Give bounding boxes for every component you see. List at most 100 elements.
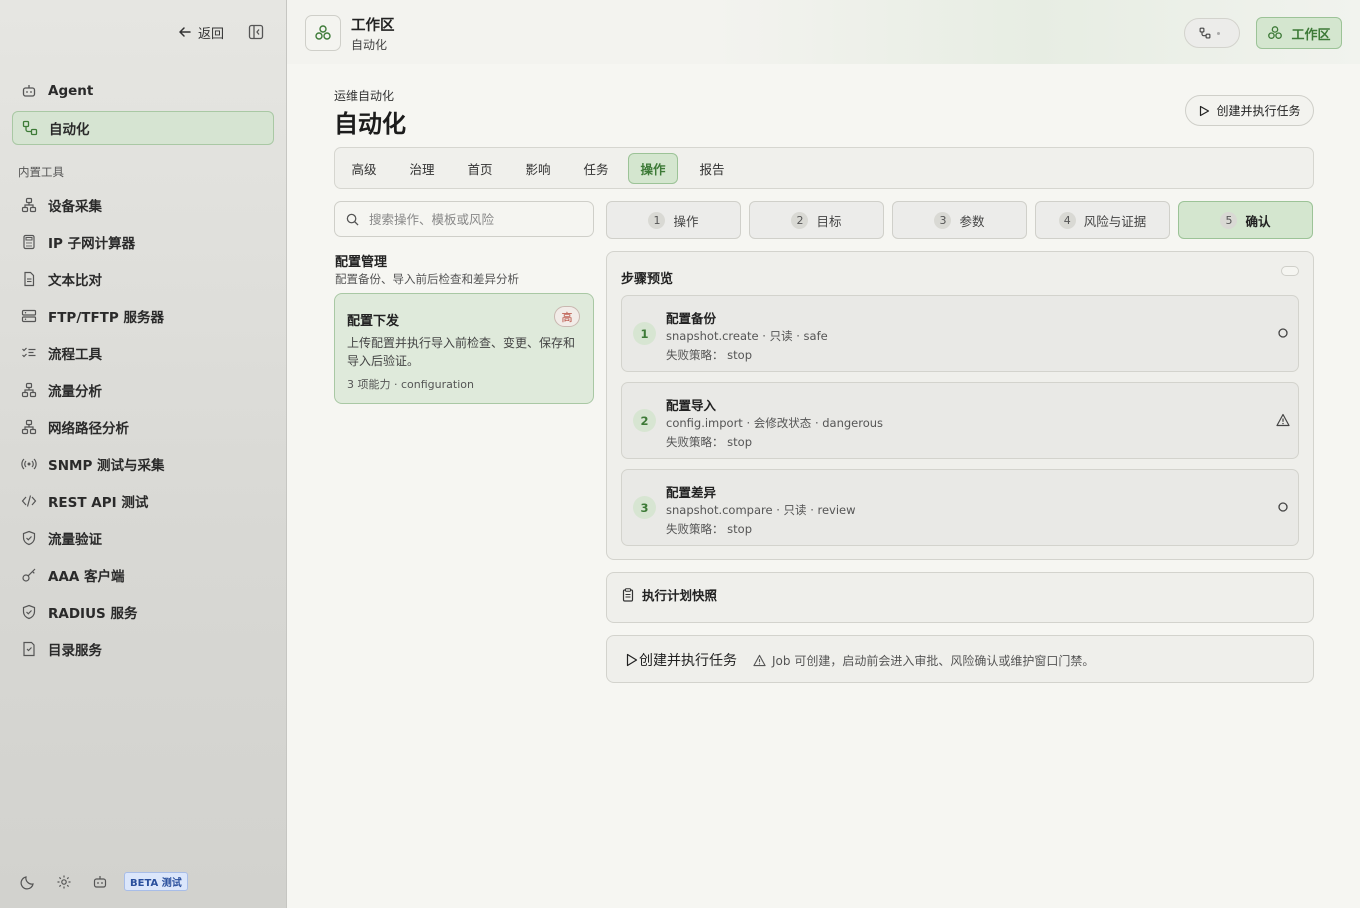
server-icon	[21, 309, 37, 323]
arrow-left-icon	[179, 27, 191, 37]
cluster-icon	[315, 25, 331, 40]
step-row[interactable]: 1 配置备份 snapshot.create · 只读 · safe 失败策略：…	[621, 295, 1299, 372]
shield-check-icon	[22, 604, 36, 620]
sidebar-item-label: 文本比对	[48, 273, 102, 289]
topology-icon	[21, 419, 37, 435]
workflow-icon	[22, 120, 38, 136]
sidebar-item-radius[interactable]: RADIUS 服务	[12, 595, 274, 629]
workspace-button[interactable]: 工作区	[1256, 17, 1342, 49]
sidebar-collapse-icon[interactable]	[248, 24, 264, 40]
sidebar-item-rest-api[interactable]: REST API 测试	[12, 484, 274, 518]
search-input[interactable]	[369, 211, 589, 227]
risk-badge: 高	[554, 306, 580, 327]
sidebar-item-ip-calculator[interactable]: IP 子网计算器	[12, 225, 274, 259]
connection-status[interactable]	[1184, 18, 1240, 48]
plan-snapshot-header: 执行计划快照	[621, 585, 717, 604]
beta-badge: BETA 测试	[124, 872, 188, 891]
sidebar-item-label: AAA 客户端	[48, 569, 125, 585]
sidebar-item-automation[interactable]: 自动化	[12, 111, 274, 145]
action-bar: 创建并执行任务 Job 可创建，启动前会进入审批、风险确认或维护窗口门禁。	[606, 635, 1314, 683]
operation-card-meta: 3 项能力 · configuration	[347, 378, 474, 391]
sidebar-section-label: 内置工具	[18, 165, 64, 179]
sidebar-top: 返回	[0, 22, 287, 42]
sidebar-footer: BETA 测试	[20, 872, 188, 891]
sidebar-item-label: FTP/TFTP 服务器	[48, 310, 164, 326]
directory-icon	[23, 641, 35, 657]
preview-toggle[interactable]	[1281, 266, 1299, 276]
plan-snapshot[interactable]: 执行计划快照	[606, 572, 1314, 623]
create-task-button[interactable]: 创建并执行任务	[1185, 95, 1314, 126]
key-icon	[22, 568, 36, 582]
create-and-run-button[interactable]: 创建并执行任务	[626, 650, 737, 670]
sidebar-item-aaa-client[interactable]: AAA 客户端	[12, 558, 274, 592]
page-overline: 运维自动化	[334, 89, 395, 103]
step-row-title: 配置导入	[666, 398, 717, 413]
wizard-step-confirm[interactable]: 5 确认	[1178, 201, 1313, 239]
step-row-number: 3	[633, 496, 656, 519]
search-box	[334, 201, 594, 237]
operation-card-description: 上传配置并执行导入前检查、变更、保存和导入后验证。	[347, 336, 576, 368]
tab-advanced[interactable]: 高级	[340, 153, 388, 184]
workspace-button-label: 工作区	[1291, 27, 1331, 43]
wizard-step-risk[interactable]: 4 风险与证据	[1035, 201, 1170, 239]
steps-preview: 步骤预览 1 配置备份 snapshot.create · 只读 · safe …	[606, 251, 1314, 560]
sidebar-item-traffic-analysis[interactable]: 流量分析	[12, 373, 274, 407]
sidebar-item-traffic-verify[interactable]: 流量验证	[12, 521, 274, 555]
step-row-meta: config.import · 会修改状态 · dangerous	[666, 416, 884, 430]
plan-snapshot-title: 执行计划快照	[642, 588, 718, 603]
step-row-meta: snapshot.compare · 只读 · review	[666, 503, 856, 517]
robot-icon[interactable]	[92, 874, 108, 890]
workspace-title: 工作区	[351, 18, 395, 34]
sidebar-item-text-diff[interactable]: 文本比对	[12, 262, 274, 296]
sidebar-item-device-collect[interactable]: 设备采集	[12, 188, 274, 222]
cluster-icon	[1268, 26, 1283, 39]
step-row[interactable]: 2 配置导入 config.import · 会修改状态 · dangerous…	[621, 382, 1299, 459]
tab-home[interactable]: 首页	[456, 153, 504, 184]
step-label: 操作	[673, 213, 699, 229]
circle-icon	[1278, 502, 1288, 512]
sidebar-item-directory[interactable]: 目录服务	[12, 632, 274, 666]
gear-icon[interactable]	[56, 874, 72, 890]
sidebar-item-label: IP 子网计算器	[48, 236, 136, 252]
step-label: 确认	[1245, 213, 1271, 229]
sidebar-item-snmp[interactable]: SNMP 测试与采集	[12, 447, 274, 481]
sidebar-item-label: 流程工具	[48, 347, 102, 363]
back-button[interactable]: 返回	[178, 22, 224, 42]
step-row[interactable]: 3 配置差异 snapshot.compare · 只读 · review 失败…	[621, 469, 1299, 546]
step-row-policy: 失败策略： stop	[666, 522, 752, 536]
step-number: 4	[1058, 211, 1076, 229]
sidebar-item-label: 设备采集	[48, 199, 102, 215]
moon-icon[interactable]	[20, 874, 36, 890]
workspace-logo	[305, 15, 341, 51]
operation-card[interactable]: 配置下发 高 上传配置并执行导入前检查、变更、保存和导入后验证。 3 项能力 ·…	[334, 293, 594, 404]
step-label: 风险与证据	[1083, 213, 1147, 229]
steps-preview-title: 步骤预览	[621, 272, 674, 287]
step-label: 参数	[959, 213, 985, 229]
sidebar-item-label: REST API 测试	[48, 495, 149, 511]
tab-reports[interactable]: 报告	[688, 153, 736, 184]
sidebar-item-label: 流量验证	[48, 532, 102, 548]
create-task-label: 创建并执行任务	[1216, 104, 1301, 118]
category-description: 配置备份、导入前后检查和差异分析	[335, 272, 519, 286]
sidebar-item-flow-tools[interactable]: 流程工具	[12, 336, 274, 370]
robot-icon	[22, 85, 36, 97]
calculator-icon	[23, 234, 35, 250]
topology-icon	[21, 197, 37, 213]
tab-governance[interactable]: 治理	[398, 153, 446, 184]
action-note-text: Job 可创建，启动前会进入审批、风险确认或维护窗口门禁。	[772, 654, 1095, 668]
wizard-step-params[interactable]: 3 参数	[892, 201, 1027, 239]
tab-impact[interactable]: 影响	[514, 153, 562, 184]
category-heading: 配置管理	[335, 255, 388, 270]
wizard-step-target[interactable]: 2 目标	[749, 201, 884, 239]
tab-operations[interactable]: 操作	[628, 153, 678, 184]
sidebar-item-path-analysis[interactable]: 网络路径分析	[12, 410, 274, 444]
back-label: 返回	[198, 26, 225, 42]
page-title: 自动化	[334, 110, 406, 138]
sidebar-item-agent[interactable]: Agent	[12, 74, 274, 108]
code-icon	[21, 495, 37, 507]
wizard-step-operation[interactable]: 1 操作	[606, 201, 741, 239]
topology-icon	[21, 382, 37, 398]
sidebar-item-ftp-server[interactable]: FTP/TFTP 服务器	[12, 299, 274, 333]
radio-icon	[21, 458, 37, 470]
tab-tasks[interactable]: 任务	[572, 153, 620, 184]
